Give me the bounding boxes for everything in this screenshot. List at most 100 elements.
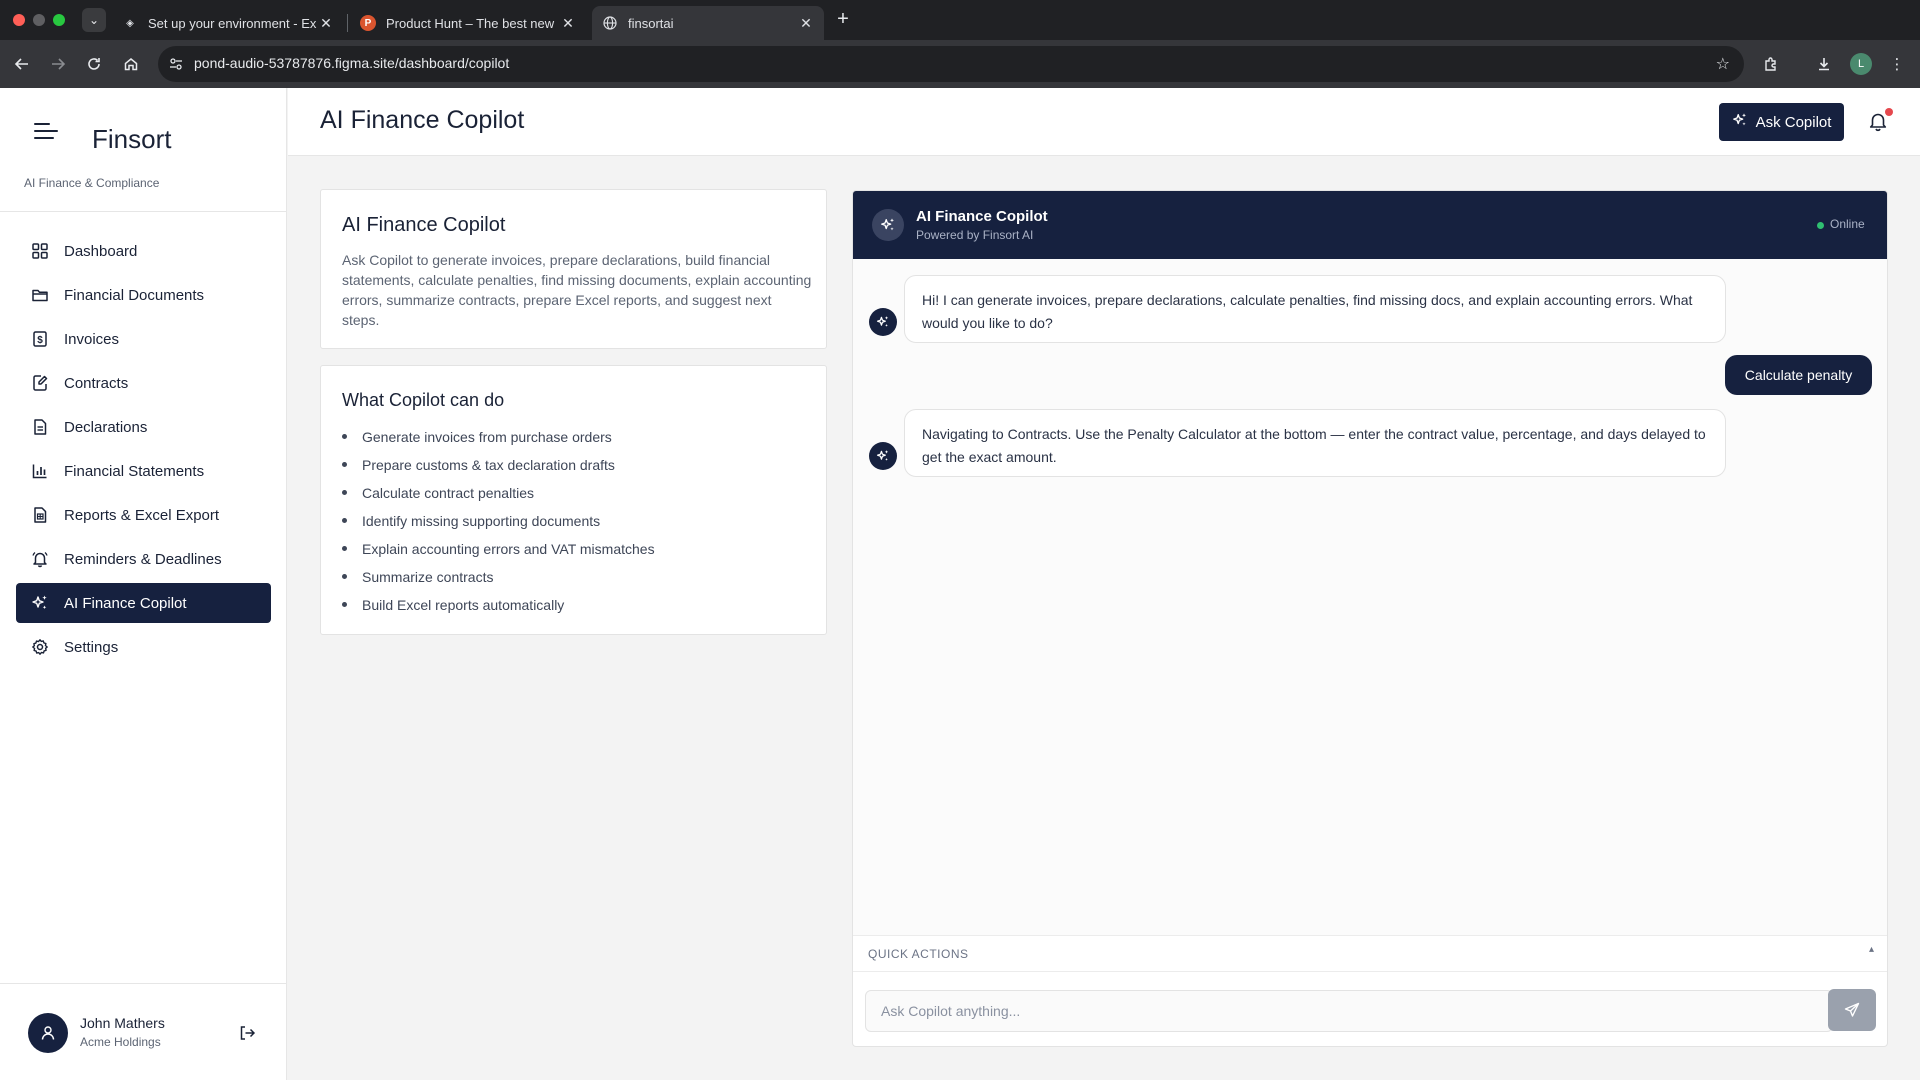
quick-actions-toggle[interactable]: QUICK ACTIONS ▴ (853, 935, 1887, 972)
sparkles-icon (1732, 112, 1748, 132)
browser-tab[interactable]: P Product Hunt – The best new ✕ (350, 6, 586, 40)
quick-actions-label: QUICK ACTIONS (868, 947, 969, 961)
user-name: John Mathers (80, 1015, 165, 1031)
bookmark-star-icon[interactable]: ☆ (1716, 54, 1730, 74)
tab-title: Product Hunt – The best new (386, 15, 555, 31)
ask-copilot-button[interactable]: Ask Copilot (1719, 103, 1844, 141)
sidebar-item-label: Financial Statements (64, 462, 205, 480)
sidebar-item-financial-statements[interactable]: Financial Statements (16, 451, 271, 491)
dashboard-icon (30, 241, 50, 261)
product-hunt-icon: P (360, 15, 376, 31)
copilot-chat-panel: AI Finance Copilot Powered by Finsort AI… (852, 190, 1888, 1047)
bar-chart-icon (30, 461, 50, 481)
sidebar-item-contracts[interactable]: Contracts (16, 363, 271, 403)
new-tab-plus-icon[interactable]: + (832, 9, 854, 31)
bot-message: Navigating to Contracts. Use the Penalty… (904, 409, 1726, 477)
user-icon (41, 1026, 55, 1040)
contract-edit-icon (30, 373, 50, 393)
list-item: Summarize contracts (342, 568, 655, 596)
zoom-window-button[interactable] (53, 14, 65, 26)
top-bar: AI Finance Copilot Ask Copilot (288, 88, 1920, 156)
reload-icon[interactable] (82, 52, 106, 76)
sidebar-item-dashboard[interactable]: Dashboard (16, 231, 271, 271)
bot-avatar-sparkles-icon (869, 442, 897, 470)
user-organization: Acme Holdings (80, 1035, 161, 1049)
send-button[interactable] (1828, 989, 1876, 1031)
svg-text:$: $ (37, 335, 43, 346)
ask-copilot-label: Ask Copilot (1755, 113, 1832, 131)
chat-header: AI Finance Copilot Powered by Finsort AI… (853, 191, 1887, 259)
tab-separator (347, 14, 348, 32)
notification-badge (1885, 108, 1893, 116)
send-icon (1844, 1002, 1860, 1017)
spreadsheet-icon (30, 505, 50, 525)
sidebar-item-invoices[interactable]: $ Invoices (16, 319, 271, 359)
user-message: Calculate penalty (1725, 355, 1872, 395)
divider (0, 983, 287, 984)
chat-subtitle: Powered by Finsort AI (916, 228, 1034, 242)
logout-icon[interactable] (236, 1022, 258, 1044)
list-item: Explain accounting errors and VAT mismat… (342, 540, 655, 568)
tab-search-chevron-icon[interactable]: ⌄ (82, 8, 106, 32)
sidebar-item-financial-documents[interactable]: Financial Documents (16, 275, 271, 315)
page-title: AI Finance Copilot (320, 106, 525, 134)
back-arrow-icon[interactable] (10, 52, 34, 76)
copilot-intro-card: AI Finance Copilot Ask Copilot to genera… (320, 189, 827, 349)
brand-name: Finsort (92, 124, 172, 154)
close-window-button[interactable] (13, 14, 25, 26)
chat-messages: Hi! I can generate invoices, prepare dec… (853, 259, 1887, 935)
capabilities-list: Generate invoices from purchase orders P… (342, 428, 655, 624)
browser-menu-icon[interactable]: ⋮ (1885, 52, 1909, 76)
close-tab-icon[interactable]: ✕ (318, 15, 334, 32)
url-text[interactable]: pond-audio-53787876.figma.site/dashboard… (194, 55, 509, 71)
download-icon[interactable] (1812, 52, 1836, 76)
bot-avatar-sparkles-icon (869, 308, 897, 336)
forward-arrow-icon[interactable] (46, 52, 70, 76)
folder-icon (30, 285, 50, 305)
document-icon (30, 417, 50, 437)
tab-title: Set up your environment - Ex (148, 15, 317, 31)
address-bar[interactable]: pond-audio-53787876.figma.site/dashboard… (158, 46, 1744, 82)
sparkles-icon (30, 593, 50, 613)
grid-logo-icon: ◈ (126, 17, 134, 29)
online-status-text: Online (1830, 217, 1865, 231)
online-status-dot (1817, 222, 1824, 229)
close-tab-icon[interactable]: ✕ (798, 15, 814, 32)
user-avatar[interactable] (28, 1013, 68, 1053)
sidebar-item-reports-excel-export[interactable]: Reports & Excel Export (16, 495, 271, 535)
list-item: Prepare customs & tax declaration drafts (342, 456, 655, 484)
list-item: Generate invoices from purchase orders (342, 428, 655, 456)
sidebar-item-ai-finance-copilot[interactable]: AI Finance Copilot (16, 583, 271, 623)
profile-avatar[interactable]: L (1850, 53, 1872, 75)
site-settings-icon[interactable] (168, 56, 184, 72)
globe-icon (602, 15, 618, 31)
browser-tab-active[interactable]: finsortai ✕ (592, 6, 824, 40)
divider (0, 211, 287, 212)
list-item: Build Excel reports automatically (342, 596, 655, 624)
sidebar-item-label: AI Finance Copilot (64, 594, 187, 612)
minimize-window-button[interactable] (33, 14, 45, 26)
menu-toggle-icon[interactable] (34, 121, 58, 141)
sidebar-item-label: Contracts (64, 374, 129, 392)
card-description: Ask Copilot to generate invoices, prepar… (342, 252, 812, 328)
gear-icon (30, 637, 50, 657)
list-item: Calculate contract penalties (342, 484, 655, 512)
chevron-up-icon[interactable]: ▴ (1869, 944, 1874, 955)
tab-title: finsortai (628, 15, 674, 31)
sidebar-item-reminders-deadlines[interactable]: Reminders & Deadlines (16, 539, 271, 579)
app-root: Finsort AI Finance & Compliance Dashboar… (0, 88, 1920, 1080)
sidebar-item-label: Invoices (64, 330, 120, 348)
browser-tab[interactable]: ◈ Set up your environment - Ex ✕ (112, 6, 344, 40)
sidebar-item-declarations[interactable]: Declarations (16, 407, 271, 447)
sidebar-item-label: Settings (64, 638, 119, 656)
browser-toolbar: pond-audio-53787876.figma.site/dashboard… (0, 40, 1920, 88)
card-title: What Copilot can do (342, 390, 505, 410)
card-title: AI Finance Copilot (342, 214, 506, 236)
sidebar-item-settings[interactable]: Settings (16, 627, 271, 667)
bell-icon (30, 549, 50, 569)
bot-message: Hi! I can generate invoices, prepare dec… (904, 275, 1726, 343)
copilot-chat-input[interactable] (865, 990, 1833, 1032)
close-tab-icon[interactable]: ✕ (560, 15, 576, 32)
home-icon[interactable] (119, 52, 143, 76)
extensions-puzzle-icon[interactable] (1759, 52, 1783, 76)
